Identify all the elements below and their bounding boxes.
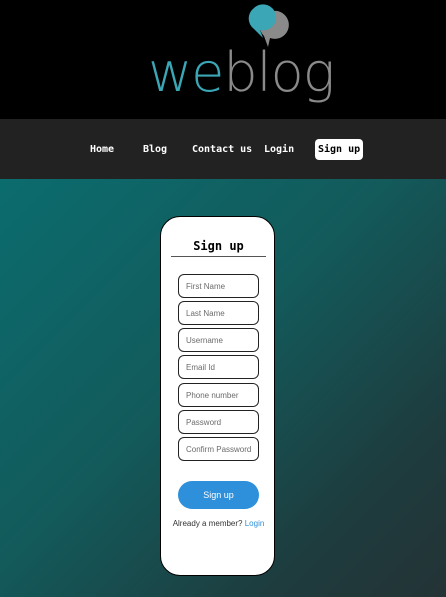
phone-number-field[interactable] [178,383,259,407]
nav-blog[interactable]: Blog [143,141,167,158]
logo-we-text: we [148,41,224,104]
already-member-line: Already a member? Login [161,519,276,528]
nav-login[interactable]: Login [264,141,294,158]
confirm-password-field[interactable] [178,437,259,461]
nav-home[interactable]: Home [90,141,114,158]
username-field[interactable] [178,328,259,352]
main-area: Sign up Sign up Already a member? Login [0,179,446,597]
first-name-field[interactable] [178,274,259,298]
weblog-logo[interactable]: weblog [148,0,335,115]
password-field[interactable] [178,410,259,434]
logo-wordmark: weblog [148,46,335,100]
already-member-text: Already a member? [172,519,243,528]
login-link[interactable]: Login [245,519,265,528]
form-title: Sign up [193,239,244,253]
nav-bar: Home Blog Contact us Login Sign up [0,119,446,179]
email-field[interactable] [178,355,259,379]
title-divider [171,256,266,257]
header: weblog [0,0,446,119]
logo-blog-text: blog [223,41,335,104]
nav-contact-us[interactable]: Contact us [192,141,252,158]
last-name-field[interactable] [178,301,259,325]
sign-up-button[interactable]: Sign up [178,481,259,509]
signup-form-card: Sign up Sign up Already a member? Login [160,216,275,576]
nav-sign-up[interactable]: Sign up [315,139,364,160]
